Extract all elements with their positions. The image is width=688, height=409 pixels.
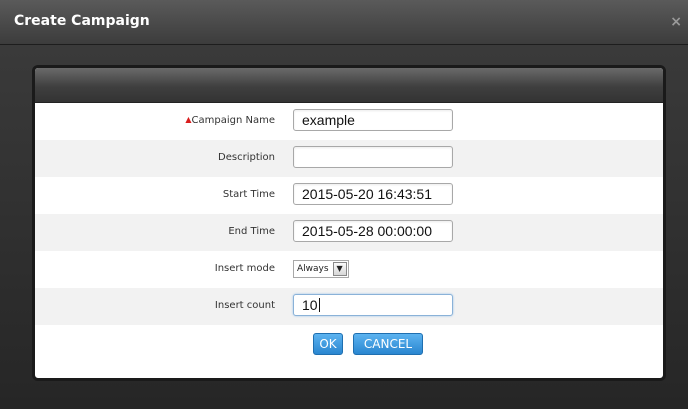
campaign-name-label: ▲Campaign Name bbox=[185, 115, 275, 126]
campaign-name-input[interactable]: example bbox=[293, 109, 453, 131]
form-row-insert-count: Insert count 10 bbox=[35, 288, 663, 325]
insert-count-label: Insert count bbox=[214, 300, 275, 311]
description-input[interactable] bbox=[293, 146, 453, 168]
form-panel: ▲Campaign Name example Description Start… bbox=[32, 65, 666, 381]
form-row-start-time: Start Time 2015-05-20 16:43:51 bbox=[35, 177, 663, 214]
dialog-titlebar: Create Campaign × bbox=[0, 0, 688, 45]
end-time-input[interactable]: 2015-05-28 00:00:00 bbox=[293, 220, 453, 242]
insert-count-input[interactable]: 10 bbox=[293, 294, 453, 316]
text-caret bbox=[318, 298, 320, 312]
ok-button[interactable]: OK bbox=[313, 333, 343, 355]
description-label: Description bbox=[218, 152, 275, 163]
button-row: OK CANCEL bbox=[35, 325, 663, 361]
start-time-label: Start Time bbox=[222, 189, 275, 200]
form-row-description: Description bbox=[35, 140, 663, 177]
dialog-body: ▲Campaign Name example Description Start… bbox=[0, 45, 688, 409]
dropdown-button[interactable]: ▼ bbox=[332, 262, 347, 276]
panel-header bbox=[35, 68, 663, 103]
close-icon[interactable]: × bbox=[670, 14, 682, 30]
create-campaign-dialog: Create Campaign × ▲Campaign Name example… bbox=[0, 0, 688, 409]
form-row-campaign-name: ▲Campaign Name example bbox=[35, 103, 663, 140]
cancel-button[interactable]: CANCEL bbox=[353, 333, 423, 355]
form-row-end-time: End Time 2015-05-28 00:00:00 bbox=[35, 214, 663, 251]
insert-mode-label: Insert mode bbox=[214, 263, 275, 274]
dialog-title: Create Campaign bbox=[14, 13, 150, 29]
start-time-input[interactable]: 2015-05-20 16:43:51 bbox=[293, 183, 453, 205]
insert-mode-value: Always bbox=[297, 264, 329, 274]
form-row-insert-mode: Insert mode Always ▼ bbox=[35, 251, 663, 288]
chevron-down-icon: ▼ bbox=[336, 264, 343, 273]
insert-mode-select[interactable]: Always ▼ bbox=[293, 260, 349, 278]
end-time-label: End Time bbox=[228, 226, 275, 237]
